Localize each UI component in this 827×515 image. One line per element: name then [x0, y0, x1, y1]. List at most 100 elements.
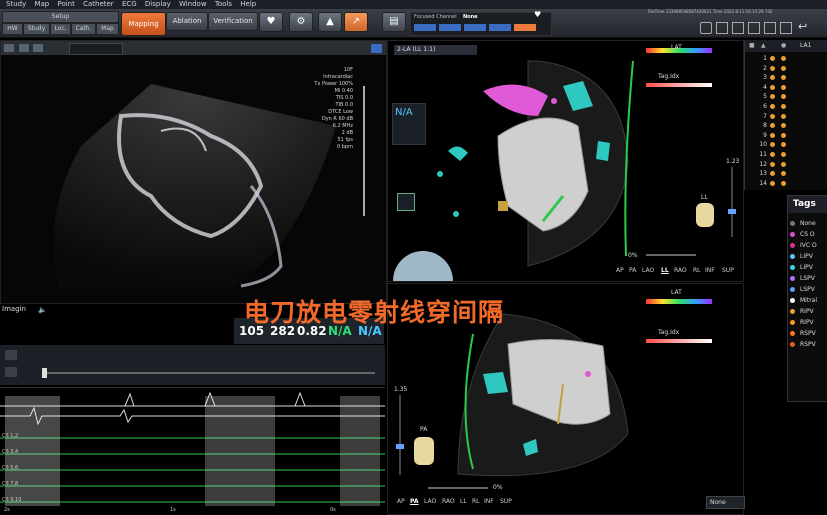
menu-catheter[interactable]: Catheter: [83, 0, 114, 8]
dial-icon[interactable]: ⚙: [289, 12, 313, 32]
playback-thumb[interactable]: [42, 368, 47, 378]
tab-loc[interactable]: Loc.: [50, 23, 71, 35]
menu-tools[interactable]: Tools: [215, 0, 232, 8]
channel-slot-3[interactable]: [464, 24, 486, 31]
triangle-icon[interactable]: ▲: [318, 12, 342, 32]
verification-mode-button[interactable]: Verification: [208, 12, 258, 31]
layout-icon-2[interactable]: [716, 22, 728, 34]
view-sup[interactable]: SUP: [722, 267, 734, 274]
table-row[interactable]: 6: [745, 102, 827, 112]
bottom-zoom-slider[interactable]: [399, 395, 401, 475]
table-row[interactable]: 4: [745, 83, 827, 93]
tag-item[interactable]: RSPV: [788, 328, 827, 339]
view-ll[interactable]: LL: [460, 498, 467, 505]
menu-ecg[interactable]: ECG: [122, 0, 137, 8]
tag-item[interactable]: LSPV: [788, 284, 827, 295]
table-row[interactable]: 8: [745, 121, 827, 131]
bottom-dropdown[interactable]: None: [706, 496, 745, 509]
layout-icon-4[interactable]: [748, 22, 760, 34]
table-row[interactable]: 14: [745, 179, 827, 189]
view-pa[interactable]: PA: [410, 498, 419, 505]
stop-icon[interactable]: [5, 367, 17, 377]
focused-channel-panel: Focused Channel None: [410, 12, 552, 36]
layout-icon-3[interactable]: [732, 22, 744, 34]
us-param: 51 fps: [337, 137, 354, 143]
menu-window[interactable]: Window: [179, 0, 207, 8]
mapping-mode-button[interactable]: Mapping: [121, 12, 166, 36]
view-pa[interactable]: PA: [629, 267, 636, 274]
view-ap[interactable]: AP: [397, 498, 405, 505]
tab-cath[interactable]: Cath.: [71, 23, 96, 35]
menu-display[interactable]: Display: [145, 0, 171, 8]
tag-item[interactable]: RSPV: [788, 339, 827, 350]
table-row[interactable]: 9: [745, 131, 827, 141]
bottom-zoom-thumb[interactable]: [396, 444, 404, 449]
layout-icon-5[interactable]: [764, 22, 776, 34]
view-rl[interactable]: RL: [472, 498, 480, 505]
monitor-icon[interactable]: ▤: [382, 12, 406, 32]
bottom-pct-slider[interactable]: [428, 487, 488, 489]
menu-point[interactable]: Point: [57, 0, 74, 8]
channel-slot-active[interactable]: [514, 24, 536, 31]
channel-slot-2[interactable]: [439, 24, 461, 31]
ultrasound-freeze-icon[interactable]: [19, 44, 29, 52]
tag-color-icon: [790, 309, 795, 314]
menu-study[interactable]: Study: [6, 0, 26, 8]
ultrasound-record-icon[interactable]: [33, 44, 43, 52]
table-row[interactable]: 12: [745, 160, 827, 170]
table-row[interactable]: 3: [745, 73, 827, 83]
view-rao[interactable]: RAO: [674, 267, 687, 274]
table-row[interactable]: 13: [745, 169, 827, 179]
map-settings-icon[interactable]: [397, 193, 415, 211]
tab-study[interactable]: Study: [23, 23, 50, 35]
ultrasound-close-icon[interactable]: [371, 44, 382, 53]
tag-item[interactable]: Mitral: [788, 295, 827, 306]
table-row[interactable]: 2: [745, 64, 827, 74]
view-inf[interactable]: INF: [705, 267, 715, 274]
tag-item[interactable]: LSPV: [788, 273, 827, 284]
view-ap[interactable]: AP: [616, 267, 624, 274]
table-row[interactable]: 5: [745, 92, 827, 102]
tag-item[interactable]: LIPV: [788, 251, 827, 262]
table-row[interactable]: 11: [745, 150, 827, 160]
tag-item[interactable]: RIPV: [788, 317, 827, 328]
ultrasound-preset-field[interactable]: [69, 43, 123, 55]
export-icon[interactable]: ↗: [344, 12, 368, 32]
heart-icon[interactable]: ♥: [259, 12, 283, 32]
channel-slot-4[interactable]: [489, 24, 511, 31]
play-icon[interactable]: [5, 350, 17, 360]
playback-track[interactable]: [45, 372, 375, 374]
ablation-mode-button[interactable]: Ablation: [166, 12, 208, 31]
tag-item[interactable]: CS O: [788, 229, 827, 240]
view-sup[interactable]: SUP: [500, 498, 512, 505]
tag-item[interactable]: None: [788, 218, 827, 229]
layout-icon-1[interactable]: [700, 22, 712, 34]
view-rao[interactable]: RAO: [442, 498, 455, 505]
map-bottom-point: [585, 371, 591, 377]
layout-icon-6[interactable]: [780, 22, 792, 34]
table-row[interactable]: 7: [745, 112, 827, 122]
map-orientation-dial[interactable]: [393, 251, 453, 281]
view-lao[interactable]: LAO: [642, 267, 654, 274]
menu-help[interactable]: Help: [240, 0, 256, 8]
zoom-thumb[interactable]: [728, 209, 736, 214]
exit-icon[interactable]: ↩: [798, 20, 807, 33]
view-ll[interactable]: LL: [661, 267, 669, 274]
pct-slider[interactable]: [646, 254, 696, 256]
table-row[interactable]: 1: [745, 54, 827, 64]
zoom-slider[interactable]: [731, 167, 733, 237]
tab-hw[interactable]: HW: [2, 23, 23, 35]
map-tag-cyan-2: [596, 141, 610, 161]
table-row[interactable]: 10: [745, 140, 827, 150]
view-rl[interactable]: RL: [693, 267, 701, 274]
ultrasound-menu-icon[interactable]: [4, 44, 14, 52]
speaker-icon[interactable]: 🔈: [38, 306, 47, 314]
channel-slot-1[interactable]: [414, 24, 436, 31]
tag-item[interactable]: IVC O: [788, 240, 827, 251]
view-inf[interactable]: INF: [484, 498, 494, 505]
tab-map[interactable]: Map: [96, 23, 119, 35]
tag-item[interactable]: RIPV: [788, 306, 827, 317]
tag-item[interactable]: LIPV: [788, 262, 827, 273]
menu-map[interactable]: Map: [34, 0, 49, 8]
view-lao[interactable]: LAO: [424, 498, 436, 505]
